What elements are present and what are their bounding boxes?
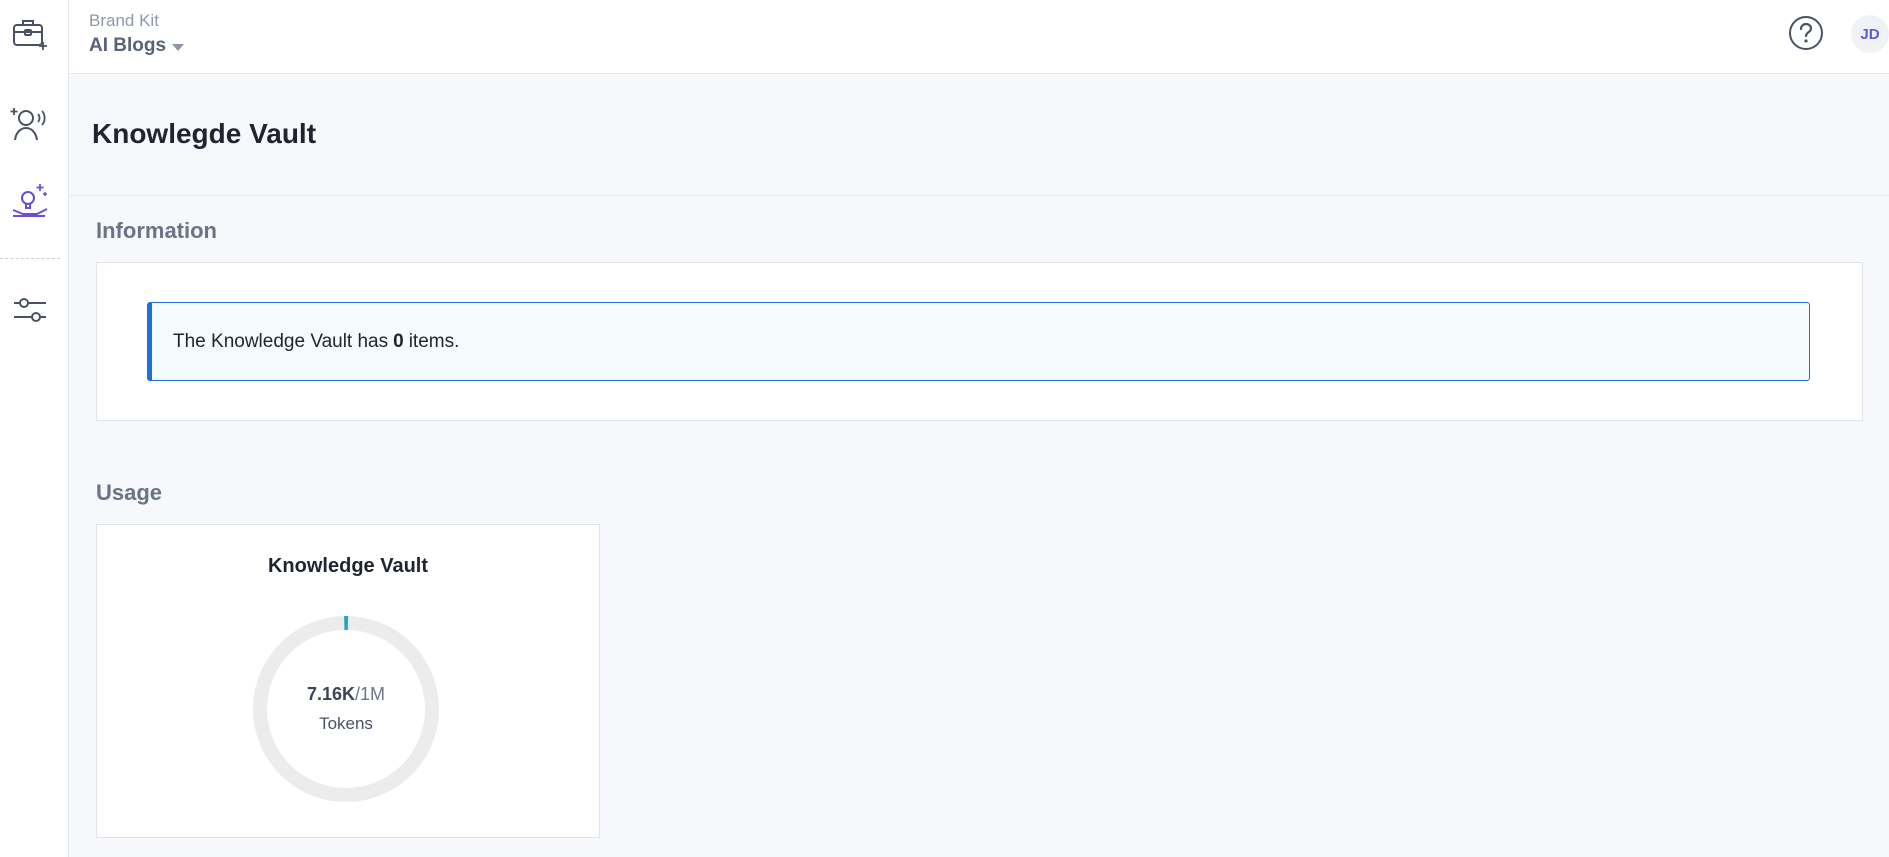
help-button[interactable]	[1788, 15, 1824, 51]
caret-down-icon	[172, 43, 185, 51]
gauge-center: 7.16K/1M Tokens	[250, 613, 442, 805]
usage-card: Knowledge Vault 7.16K/1M Tokens	[96, 524, 600, 838]
rail-divider	[0, 258, 60, 259]
briefcase-sparkle-icon	[13, 20, 47, 50]
knowledge-vault-nav-button[interactable]	[8, 180, 52, 224]
lightbulb-hand-sparkle-icon	[12, 184, 48, 217]
settings-nav-button[interactable]	[8, 288, 52, 332]
alert-text-suffix: items.	[408, 330, 460, 352]
brand-kit-label: Brand Kit	[89, 11, 159, 30]
information-section-title: Information	[96, 218, 217, 243]
brand-kit-nav-button[interactable]	[8, 12, 52, 56]
user-avatar[interactable]: JD	[1851, 15, 1889, 53]
alert-item-count: 0	[393, 330, 404, 352]
left-rail	[0, 0, 69, 857]
token-count: 7.16K/1M	[307, 684, 385, 705]
information-card: The Knowledge Vault has 0 items.	[96, 262, 1863, 421]
page-header: Knowlegde Vault	[69, 74, 1889, 196]
brand-kit-dropdown[interactable]: AI Blogs	[89, 35, 185, 57]
question-circle-icon	[1789, 16, 1823, 50]
top-bar: Brand Kit AI Blogs JD	[69, 0, 1889, 74]
usage-card-title: Knowledge Vault	[267, 555, 429, 577]
info-alert: The Knowledge Vault has 0 items.	[147, 302, 1810, 381]
alert-text-prefix: The Knowledge Vault has	[173, 330, 389, 352]
tokens-used: 7.16K	[306, 684, 355, 704]
tokens-limit: 1M	[360, 684, 386, 704]
brand-kit-value: AI Blogs	[89, 35, 167, 56]
usage-section-title: Usage	[96, 480, 163, 505]
person-voice-sparkle-icon	[10, 108, 46, 141]
sliders-icon	[14, 298, 46, 322]
persona-nav-button[interactable]	[8, 102, 52, 146]
tokens-label: Tokens	[319, 714, 373, 733]
page-title: Knowlegde Vault	[92, 118, 317, 149]
